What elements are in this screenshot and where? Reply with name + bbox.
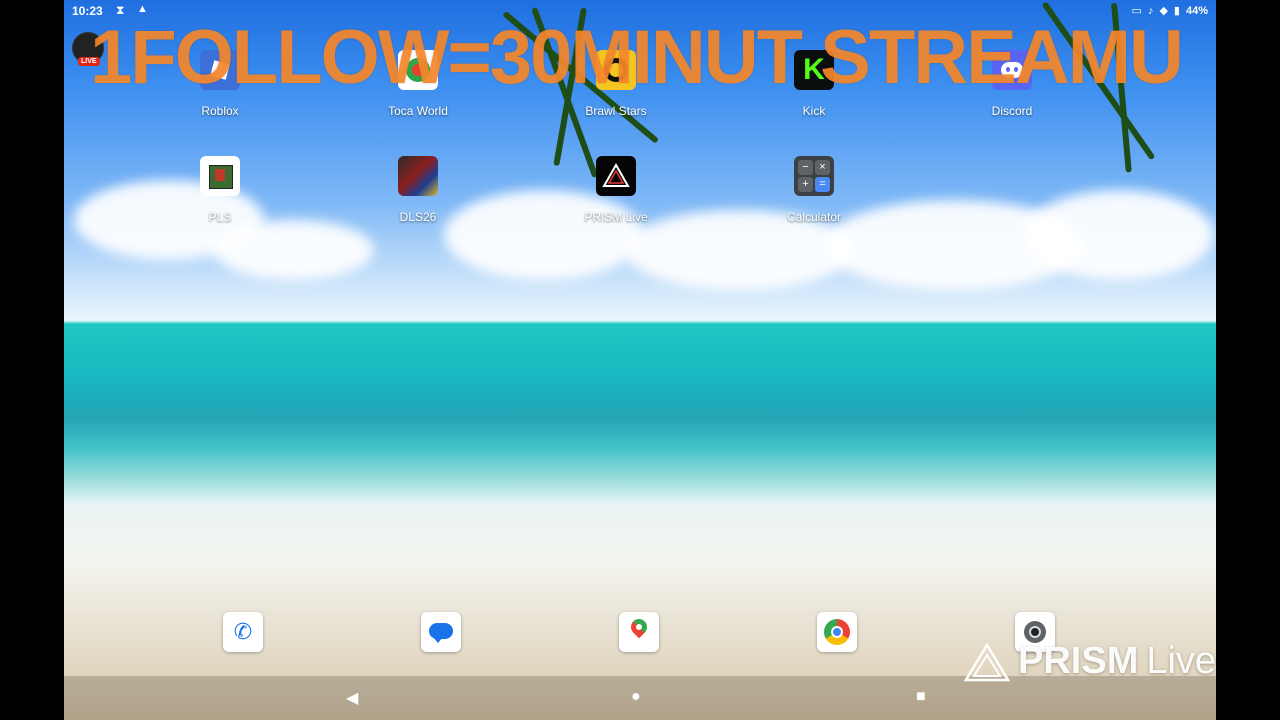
times-glyph: × <box>815 160 830 175</box>
calculator-icon: − × + = <box>794 156 834 196</box>
equals-glyph: = <box>815 177 830 192</box>
app-label: Toca World <box>388 104 448 118</box>
prism-live-icon <box>596 156 636 196</box>
dls26-icon <box>398 156 438 196</box>
cloud <box>1024 190 1214 280</box>
app-label: Brawl Stars <box>585 104 647 118</box>
maps-icon[interactable] <box>619 612 659 652</box>
minus-glyph: − <box>798 160 813 175</box>
plus-glyph: + <box>798 177 813 192</box>
phone-icon[interactable]: ✆ <box>223 612 263 652</box>
prism-triangle-icon <box>602 162 630 187</box>
home-screen: 10:23 ⧗ ▲ ▭ ♪ ◆ ▮ 44% LIVE Roblox Toca W… <box>64 0 1216 720</box>
stream-overlay-text: 1FOLLOW=30MINUT STREAMU <box>90 15 1184 100</box>
chrome-icon[interactable] <box>817 612 857 652</box>
messages-icon[interactable] <box>421 612 461 652</box>
app-calculator[interactable]: − × + = Calculator <box>754 156 874 224</box>
app-prism-live[interactable]: PRISM Live <box>556 156 676 224</box>
battery-percent: 44% <box>1185 4 1208 17</box>
app-label: Calculator <box>786 210 842 224</box>
pls-icon <box>200 156 240 196</box>
recents-button[interactable]: ■ <box>916 688 926 706</box>
home-button[interactable]: ● <box>631 688 641 706</box>
prism-live-watermark: PRISM Live <box>964 640 1216 683</box>
app-label: PRISM Live <box>584 210 648 224</box>
app-label: Discord <box>991 104 1033 118</box>
prism-logo-icon <box>964 642 1010 681</box>
app-label: DLS26 <box>399 210 437 224</box>
app-pls[interactable]: PLS <box>160 156 280 224</box>
back-button[interactable]: ◀ <box>346 688 358 708</box>
cloud <box>214 220 374 280</box>
watermark-brand: PRISM <box>1018 640 1139 682</box>
app-label: PLS <box>208 210 232 224</box>
app-label: Kick <box>802 104 826 118</box>
app-label: Roblox <box>201 104 239 118</box>
app-dls26[interactable]: DLS26 <box>358 156 478 224</box>
watermark-suffix: Live <box>1146 640 1217 682</box>
